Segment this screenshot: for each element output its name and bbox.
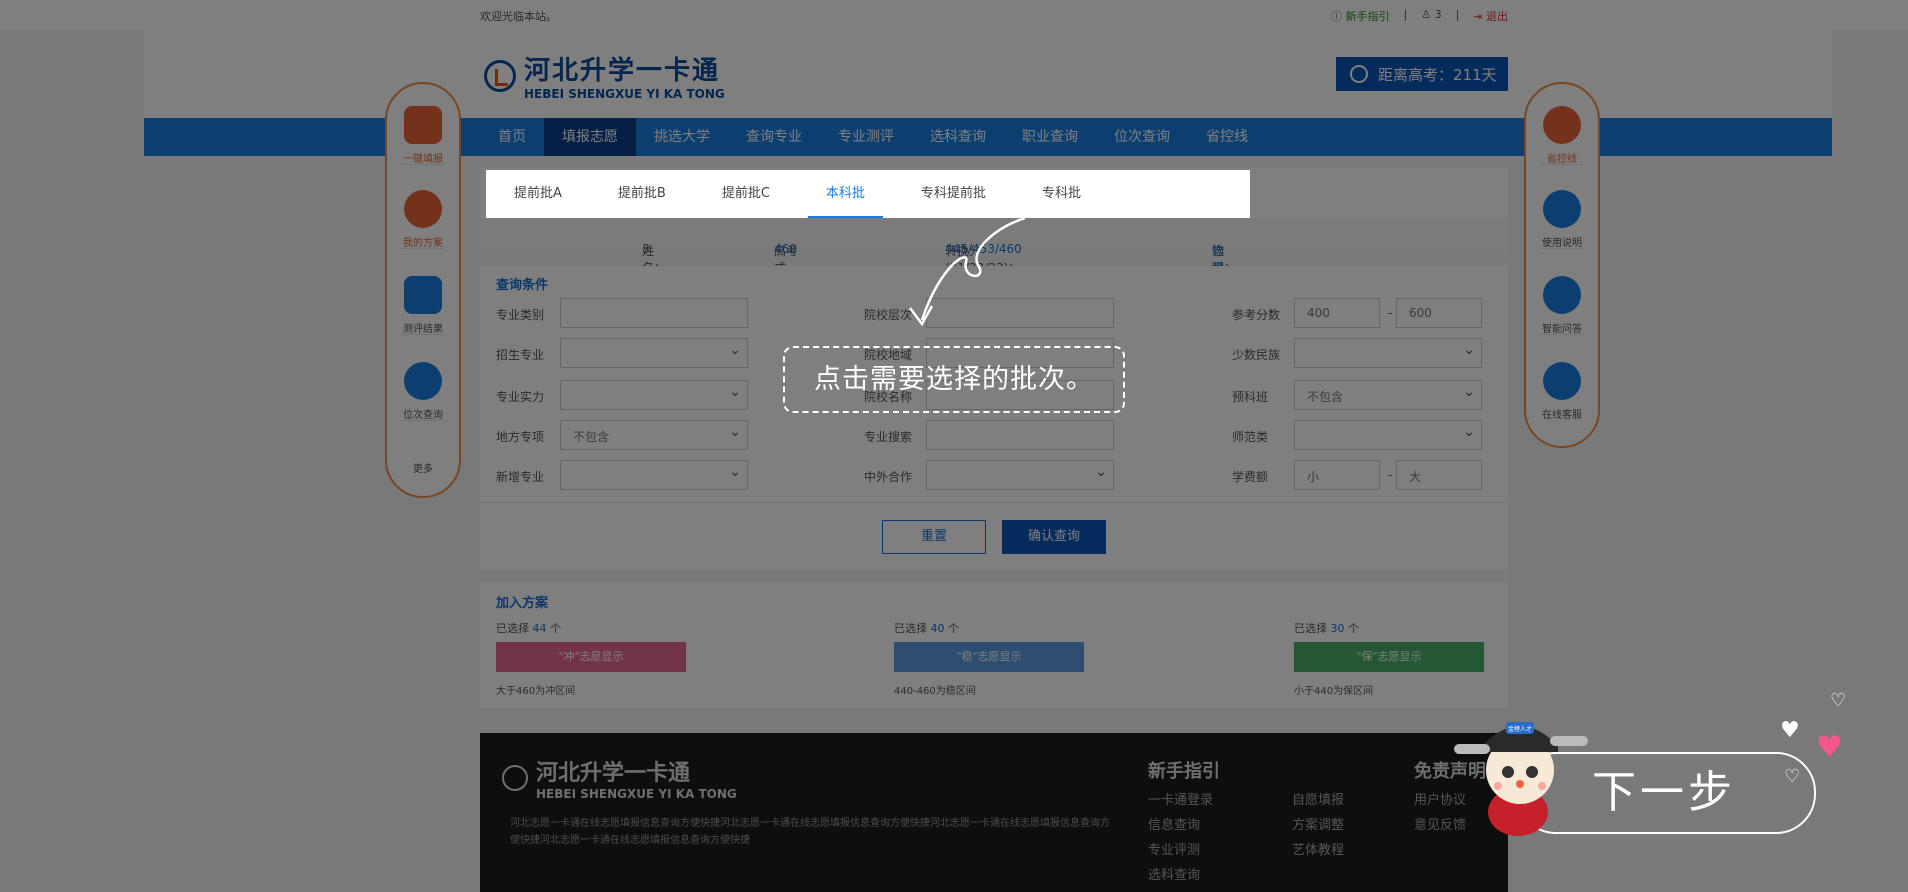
heart-outline-icon: ♡	[1830, 690, 1847, 711]
heart-icon: ♥	[1816, 730, 1843, 765]
tab-pre-b[interactable]: 提前批B	[590, 170, 694, 218]
heart-icon: ♥	[1780, 718, 1800, 743]
tab-pre-a[interactable]: 提前批A	[486, 170, 590, 218]
tab-pre-c[interactable]: 提前批C	[694, 170, 798, 218]
tab-undergraduate[interactable]: 本科批	[798, 170, 893, 218]
svg-text:金榜人才: 金榜人才	[1508, 725, 1532, 733]
guide-tip: 点击需要选择的批次。	[783, 346, 1125, 413]
batch-tabs: 提前批A 提前批B 提前批C 本科批 专科提前批 专科批	[486, 170, 1250, 218]
heart-outline-icon: ♡	[1784, 766, 1801, 787]
mascot-icon: 金榜人才	[1454, 722, 1588, 836]
guide-arrow-icon	[909, 216, 1026, 327]
